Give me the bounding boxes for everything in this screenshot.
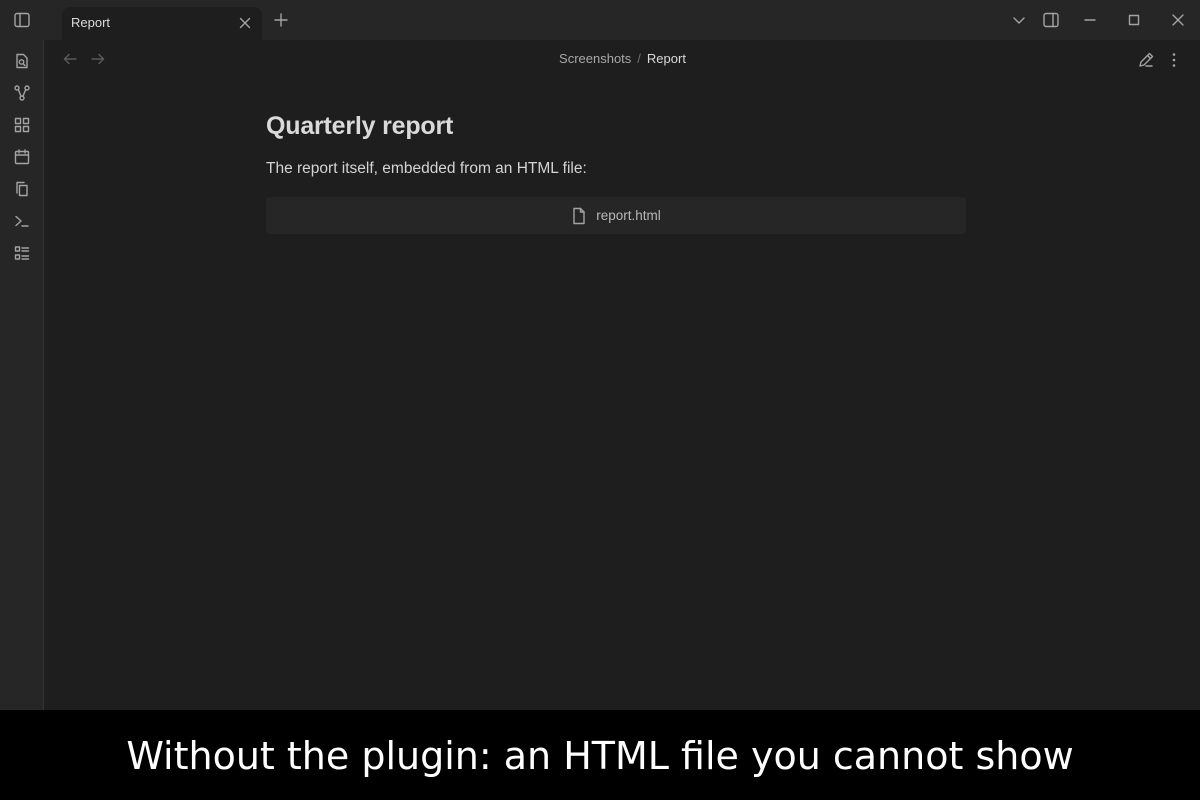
chevron-down-icon [1013, 17, 1025, 24]
note-title: Quarterly report [266, 112, 454, 140]
minimize-icon [1084, 19, 1096, 21]
templates-button[interactable] [11, 178, 33, 200]
bases-button[interactable] [11, 242, 33, 264]
minimize-button[interactable] [1076, 8, 1104, 32]
daily-note-icon [14, 149, 30, 165]
command-palette-icon [15, 215, 29, 227]
breadcrumb-current[interactable]: Report [647, 51, 686, 66]
canvas-button[interactable] [11, 114, 33, 136]
breadcrumb-parent[interactable]: Screenshots [559, 51, 631, 66]
left-sidebar-toggle-button[interactable] [8, 8, 36, 32]
sidebar-toggle-icon [14, 12, 30, 28]
more-options-button[interactable] [1164, 50, 1184, 70]
tab-report[interactable]: Report [62, 7, 262, 40]
right-sidebar-toggle-button[interactable] [1037, 8, 1065, 32]
daily-note-button[interactable] [11, 146, 33, 168]
close-icon [239, 17, 251, 29]
caption-text: Without the plugin: an HTML file you can… [126, 734, 1074, 778]
tab-list-button[interactable] [1005, 8, 1033, 32]
tab-title: Report [71, 15, 111, 30]
file-embed[interactable]: report.html [266, 197, 966, 234]
left-ribbon [0, 40, 44, 710]
tab-close-button[interactable] [236, 14, 254, 32]
right-sidebar-toggle-icon [1043, 12, 1059, 28]
note-paragraph: The report itself, embedded from an HTML… [266, 160, 587, 177]
templates-icon [16, 181, 28, 197]
embed-file-name: report.html [596, 208, 661, 223]
window-close-icon [1172, 14, 1184, 26]
edit-mode-button[interactable] [1136, 50, 1156, 70]
window-close-button[interactable] [1164, 8, 1192, 32]
bases-icon [14, 246, 30, 260]
new-tab-button[interactable] [267, 8, 295, 32]
maximize-icon [1128, 14, 1140, 26]
plus-icon [274, 13, 288, 27]
maximize-button[interactable] [1120, 8, 1148, 32]
graph-view-icon [14, 85, 30, 101]
breadcrumb-separator: / [637, 51, 641, 66]
breadcrumb: Screenshots / Report [0, 51, 1200, 66]
graph-view-button[interactable] [11, 82, 33, 104]
edit-pencil-icon [1139, 52, 1154, 67]
title-bar: Report [0, 0, 1200, 40]
canvas-icon [14, 117, 30, 133]
file-icon [573, 207, 585, 224]
more-options-icon [1172, 53, 1176, 67]
command-palette-button[interactable] [11, 210, 33, 232]
